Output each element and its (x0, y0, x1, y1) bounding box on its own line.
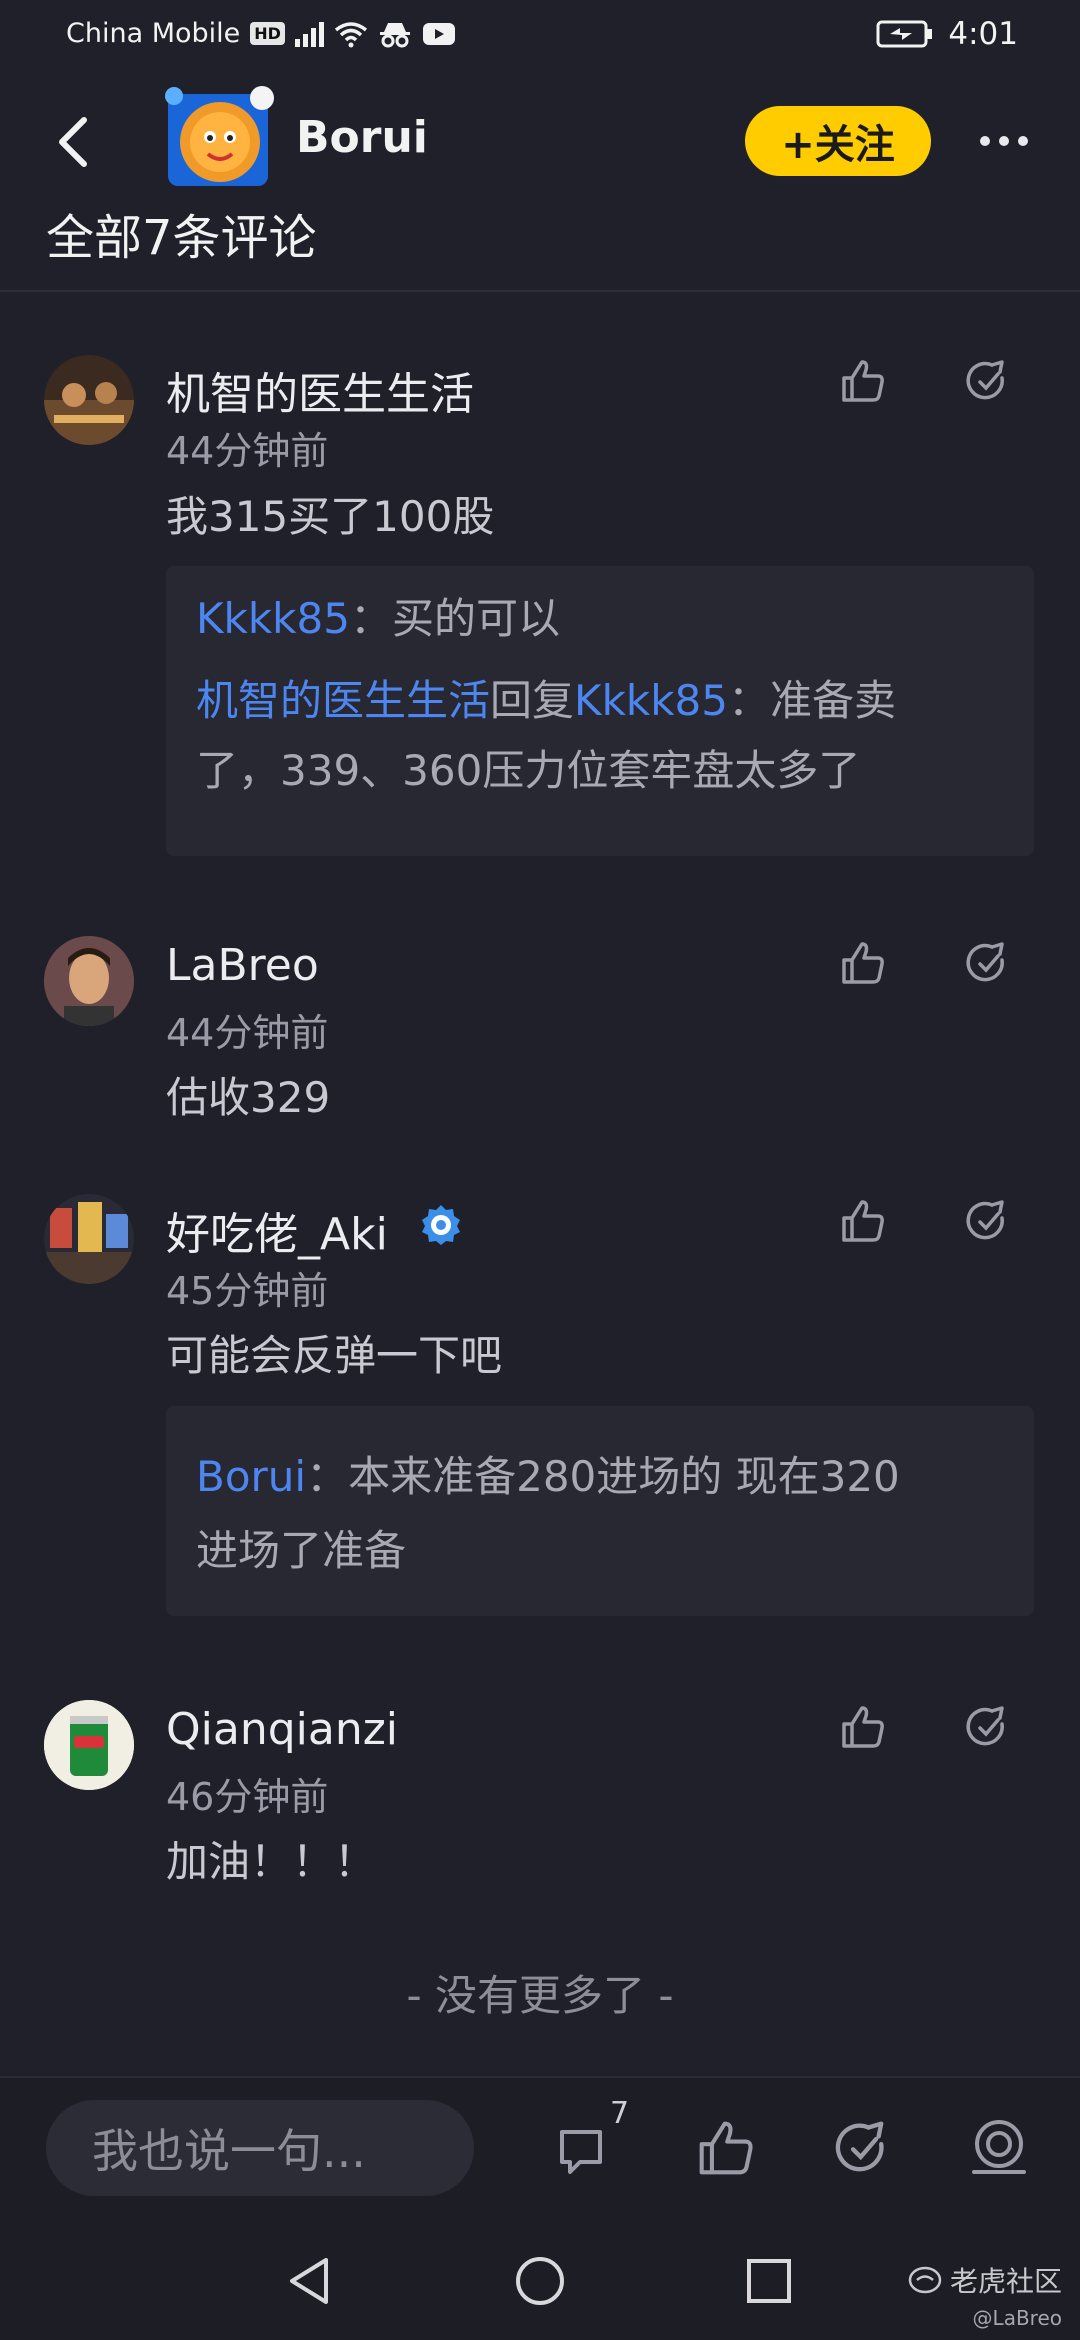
commenter-name[interactable]: Qianqianzi (166, 1704, 398, 1755)
commenter-avatar[interactable] (44, 936, 134, 1026)
comment-text: 加油！！！ (166, 1837, 377, 1886)
watermark-brand: 老虎社区 (949, 2265, 1062, 2298)
follow-button[interactable]: +关注 (745, 106, 931, 176)
reply-item: 机智的医生生活回复Kkkk85：准备卖 (196, 666, 896, 736)
back-arrow-icon[interactable] (52, 112, 92, 172)
reply-thread[interactable]: Kkkk85：买的可以 机智的医生生活回复Kkkk85：准备卖 了，339、36… (166, 566, 1034, 856)
comment-input[interactable]: 我也说一句... (46, 2100, 474, 2196)
wifi-icon (334, 21, 368, 47)
comment-count-badge: 7 (610, 2096, 630, 2131)
reply-author[interactable]: Borui (196, 1452, 306, 1501)
reply-item: Kkkk85：买的可以 (196, 584, 560, 654)
reply-author[interactable]: Kkkk85 (196, 594, 350, 643)
thumbs-up-icon[interactable] (838, 1196, 888, 1246)
gift-reward-icon[interactable] (966, 2116, 1032, 2182)
comment-time: 44分钟前 (166, 429, 329, 473)
share-icon[interactable] (830, 2116, 894, 2180)
battery-icon (876, 20, 933, 48)
hd-badge: HD (250, 22, 285, 45)
nav-back-icon[interactable] (284, 2254, 334, 2308)
comment-text: 估收329 (166, 1073, 331, 1122)
status-right: 4:01 (876, 16, 1018, 52)
nav-recents-icon[interactable] (744, 2256, 794, 2306)
commenter-avatar[interactable] (44, 1700, 134, 1790)
tiger-logo-icon (908, 2265, 942, 2302)
no-more-indicator: - 没有更多了 - (406, 1971, 674, 2020)
status-left: China Mobile HD (66, 18, 456, 49)
reply-author[interactable]: 机智的医生生活 (196, 676, 490, 725)
thumbs-up-icon[interactable] (838, 356, 888, 406)
incognito-icon (379, 22, 410, 47)
reply-text: 准备卖 (770, 676, 897, 725)
reply-target[interactable]: Kkkk85 (574, 676, 728, 725)
reply-text: 本来准备280进场的 现在320 (348, 1452, 900, 1501)
carrier-label: China Mobile (66, 18, 241, 49)
share-icon[interactable] (962, 1702, 1012, 1752)
signal-icon (294, 21, 324, 47)
commenter-name[interactable]: LaBreo (166, 940, 319, 991)
author-avatar[interactable] (160, 82, 280, 202)
comments-count-title: 全部7条评论 (46, 210, 317, 266)
clock: 4:01 (948, 16, 1018, 52)
thumbs-up-icon[interactable] (838, 1702, 888, 1752)
author-name[interactable]: Borui (296, 112, 428, 163)
reply-text-continuation: 了，339、360压力位套牢盘太多了 (196, 746, 861, 795)
reply-text: 买的可以 (391, 594, 560, 643)
youtube-icon (422, 22, 455, 45)
thumbs-up-icon[interactable] (838, 938, 888, 988)
thumbs-up-icon[interactable] (694, 2116, 758, 2180)
comment-text: 我315买了100股 (166, 492, 495, 541)
more-options-icon[interactable] (980, 126, 1040, 156)
reply-word: 回复 (490, 676, 575, 725)
comment-time: 44分钟前 (166, 1011, 329, 1055)
reply-separator: ： (349, 594, 392, 643)
verified-badge-icon (422, 1205, 460, 1245)
status-bar: China Mobile HD 4:01 (0, 0, 1080, 76)
comment-time: 45分钟前 (166, 1269, 329, 1313)
comment-time: 46分钟前 (166, 1775, 329, 1819)
comment-text: 可能会反弹一下吧 (166, 1331, 503, 1380)
header-divider (0, 290, 1080, 292)
reply-separator: ： (306, 1452, 349, 1501)
share-icon[interactable] (962, 938, 1012, 988)
share-icon[interactable] (962, 356, 1012, 406)
share-icon[interactable] (962, 1196, 1012, 1246)
commenter-avatar[interactable] (44, 355, 134, 445)
reply-thread[interactable]: Borui：本来准备280进场的 现在320 进场了准备 (166, 1406, 1034, 1616)
comment-icon[interactable] (556, 2118, 616, 2178)
commenter-name[interactable]: 机智的医生生活 (166, 358, 474, 422)
nav-home-icon[interactable] (513, 2254, 567, 2308)
commenter-avatar[interactable] (44, 1194, 134, 1284)
watermark-user: @LaBreo (972, 2305, 1062, 2330)
commenter-name[interactable]: 好吃佬_Aki (166, 1198, 388, 1262)
reply-item: Borui：本来准备280进场的 现在320 (196, 1442, 900, 1512)
reply-separator: ： (727, 676, 770, 725)
reply-text-continuation: 进场了准备 (196, 1526, 407, 1575)
watermark: 老虎社区 @LaBreo (908, 2260, 1062, 2330)
